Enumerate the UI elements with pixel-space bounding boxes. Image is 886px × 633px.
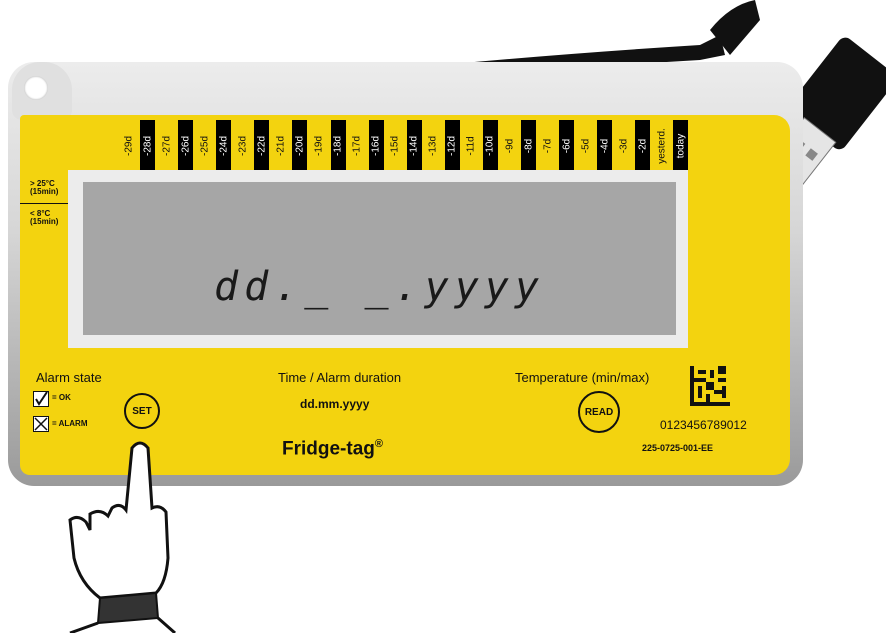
time-value: dd.mm.yyyy [300,397,370,411]
day-label: -17d [350,120,365,172]
day-label: -10d [482,120,498,172]
serial-number: 0123456789012 [660,418,747,432]
day-label-text: -13d [427,135,439,157]
day-label: -9d [502,120,517,172]
day-label: yesterd. [654,120,669,172]
day-label: -3d [616,120,631,172]
day-label: -22d [254,120,270,172]
day-label: -25d [197,120,212,172]
day-label-text: -6d [561,138,573,154]
day-label: -23d [235,120,250,172]
day-label: -19d [312,120,327,172]
high-temp-label: > 25°C (15min) [30,179,59,196]
day-label-text: -24d [218,135,230,157]
alarm-state-title: Alarm state [36,370,102,385]
day-label: -21d [273,120,288,172]
day-label-text: -7d [542,138,554,154]
pointing-hand-icon [68,441,176,633]
cross-icon [33,416,49,432]
day-label-text: yesterd. [656,128,668,164]
brand-logo: Fridge-tag® [282,438,383,460]
day-label-text: -8d [523,138,535,154]
day-label: -24d [216,120,232,172]
day-label: -20d [292,120,308,172]
day-label: -27d [159,120,174,172]
day-label: -18d [330,120,346,172]
day-label-text: -15d [389,135,401,157]
day-label-text: -2d [637,138,649,154]
read-button[interactable]: READ [578,391,620,433]
day-label-text: today [675,133,687,159]
day-label: -29d [121,120,136,172]
ok-label: = OK [52,393,71,402]
day-label-text: -20d [294,135,306,157]
day-label-text: -16d [370,135,382,157]
lcd-display [83,182,676,335]
day-label: -11d [464,120,479,172]
day-label: -5d [578,120,593,172]
day-label-text: -5d [580,138,592,154]
time-alarm-title: Time / Alarm duration [278,370,402,385]
set-button[interactable]: SET [124,393,160,429]
day-label-text: -27d [161,135,173,157]
registered-mark: ® [374,438,383,450]
day-label-text: -28d [142,135,154,157]
low-temp-label: < 8°C (15min) [30,209,59,226]
temperature-title: Temperature (min/max) [515,370,650,385]
day-label: -28d [140,120,156,172]
day-label-text: -19d [313,135,325,157]
day-label: -7d [540,120,555,172]
checkmark-icon [33,391,49,407]
day-label: -12d [444,120,460,172]
day-label: -8d [521,120,537,172]
day-label-text: -17d [351,135,363,157]
day-label: -6d [559,120,575,172]
day-label-text: -10d [484,135,496,157]
side-divider [20,203,70,204]
hanging-hole [24,76,48,100]
day-label-text: -25d [199,135,211,157]
day-label-text: -29d [123,135,134,157]
day-label-text: -21d [275,135,287,157]
day-label: -26d [178,120,194,172]
day-label-text: -4d [599,138,611,154]
day-label-text: -23d [237,135,249,157]
day-label-text: -26d [180,135,192,157]
day-label-text: -3d [618,138,630,154]
day-label-text: -11d [465,136,477,156]
lcd-readout: dd._ _.yyyy [214,264,545,310]
day-label: today [673,120,689,172]
day-label: -13d [426,120,441,172]
brand-name: Fridge-tag [282,438,375,460]
day-label-text: -12d [446,135,458,157]
day-label-text: -18d [332,135,344,157]
day-label: -14d [406,120,422,172]
day-label: -15d [388,120,403,172]
day-label: -2d [635,120,651,172]
day-label-text: -14d [408,135,420,157]
day-label: -4d [597,120,613,172]
part-number: 225-0725-001-EE [642,443,714,453]
day-label-text: -9d [504,138,515,154]
alarm-label: = ALARM [52,419,88,428]
day-label: -16d [368,120,384,172]
datamatrix-icon [690,366,730,406]
day-label-text: -22d [256,135,268,157]
